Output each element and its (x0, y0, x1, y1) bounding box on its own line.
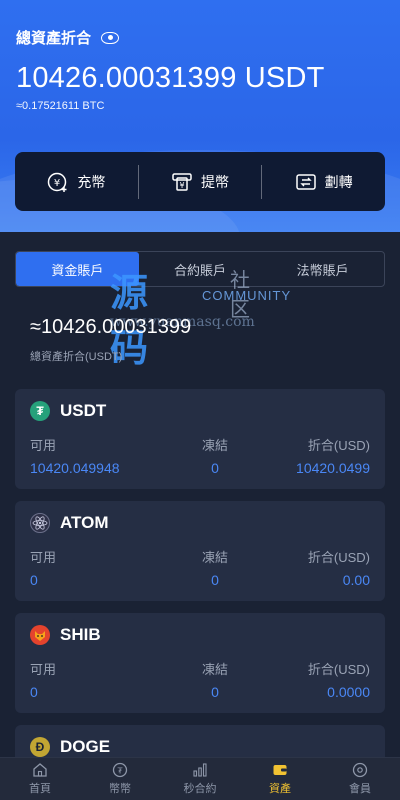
transfer-label: 劃轉 (324, 173, 353, 190)
total-assets-label: 總資產折合 (16, 30, 92, 47)
converted-label: 折合(USD) (307, 550, 370, 565)
usdt-icon: ₮ (30, 401, 50, 421)
frozen-label: 凍結 (201, 550, 228, 565)
shib-icon (30, 625, 50, 645)
asset-header: ATOM (30, 513, 108, 533)
tab-contract-account[interactable]: 合約賬戶 (139, 252, 262, 286)
withdraw-button[interactable]: ¥ 提幣 (139, 152, 262, 211)
bottom-navigation: 首頁 ₮ 幣幣 秒合約 資產 會員 (0, 757, 400, 800)
doge-icon: Ð (30, 737, 50, 757)
converted-value: 0.00 (342, 572, 370, 588)
coin-icon: ₮ (112, 762, 128, 778)
frozen-value: 0 (211, 572, 219, 588)
available-value: 10420.049948 (30, 460, 120, 476)
nav-label: 首頁 (29, 783, 51, 795)
action-bar: ¥ 充幣 ¥ 提幣 劃轉 (15, 152, 385, 211)
total-btc-amount: ≈0.17521611 BTC (16, 100, 105, 112)
wallet-icon (272, 762, 288, 778)
frozen-label: 凍結 (201, 438, 228, 453)
chart-icon (192, 762, 208, 778)
available-label: 可用 (30, 438, 57, 453)
asset-symbol: ATOM (60, 513, 109, 532)
account-panel: 資金賬戶 合約賬戶 法幣賬戶 源码 社区 COMMUNITY www.yuanm… (0, 232, 400, 765)
member-icon (352, 762, 368, 778)
account-tabs: 資金賬戶 合約賬戶 法幣賬戶 (15, 251, 385, 287)
frozen-value: 0 (211, 684, 219, 700)
available-value: 0 (30, 572, 38, 588)
watermark-text: COMMUNITY (202, 288, 292, 303)
account-total: ≈10426.00031399 (30, 316, 192, 338)
home-icon (32, 762, 48, 778)
asset-header: SHIB (30, 625, 101, 645)
converted-label: 折合(USD) (307, 438, 370, 453)
asset-card-usdt[interactable]: ₮ USDT 可用 凍結 折合(USD) 10420.049948 0 1042… (15, 389, 385, 489)
asset-symbol: DOGE (60, 737, 111, 756)
svg-text:¥: ¥ (179, 181, 184, 190)
tab-funding-account[interactable]: 資金賬戶 (16, 252, 139, 286)
asset-header: ₮ USDT (30, 401, 106, 421)
converted-label: 折合(USD) (307, 662, 370, 677)
nav-label: 幣幣 (109, 783, 131, 795)
eye-icon[interactable] (101, 31, 120, 44)
nav-label: 會員 (349, 783, 371, 795)
frozen-label: 凍結 (201, 662, 228, 677)
tab-fiat-account[interactable]: 法幣賬戶 (261, 252, 384, 286)
asset-card-atom[interactable]: ATOM 可用 凍結 折合(USD) 0 0 0.00 (15, 501, 385, 601)
transfer-button[interactable]: 劃轉 (262, 152, 385, 211)
total-assets-title: 總資產折合 (16, 27, 120, 48)
account-total-label: 總資產折合(USDT) (30, 351, 123, 363)
deposit-label: 充幣 (77, 173, 106, 190)
deposit-icon: ¥ (47, 171, 69, 193)
available-label: 可用 (30, 550, 57, 565)
nav-item-member[interactable]: 會員 (320, 758, 400, 800)
available-label: 可用 (30, 662, 57, 677)
withdraw-label: 提幣 (201, 173, 229, 190)
deposit-button[interactable]: ¥ 充幣 (15, 152, 138, 211)
asset-card-shib[interactable]: SHIB 可用 凍結 折合(USD) 0 0 0.0000 (15, 613, 385, 713)
total-usdt-amount: 10426.00031399 USDT (16, 62, 325, 94)
nav-item-assets[interactable]: 資產 (240, 758, 320, 800)
nav-label: 資產 (269, 783, 291, 795)
svg-text:¥: ¥ (54, 178, 60, 189)
nav-item-coin[interactable]: ₮ 幣幣 (80, 758, 160, 800)
transfer-icon (295, 171, 317, 193)
asset-symbol: SHIB (60, 625, 101, 644)
asset-symbol: USDT (60, 401, 107, 420)
asset-header: Ð DOGE (30, 737, 110, 757)
nav-item-seconds-contract[interactable]: 秒合約 (160, 758, 240, 800)
converted-value: 10420.0499 (296, 460, 370, 476)
converted-value: 0.0000 (327, 684, 370, 700)
nav-label: 秒合約 (183, 783, 217, 795)
svg-text:₮: ₮ (117, 767, 123, 776)
frozen-value: 0 (211, 460, 219, 476)
nav-item-home[interactable]: 首頁 (0, 758, 80, 800)
available-value: 0 (30, 684, 38, 700)
withdraw-icon: ¥ (171, 171, 193, 193)
atom-icon (30, 513, 50, 533)
